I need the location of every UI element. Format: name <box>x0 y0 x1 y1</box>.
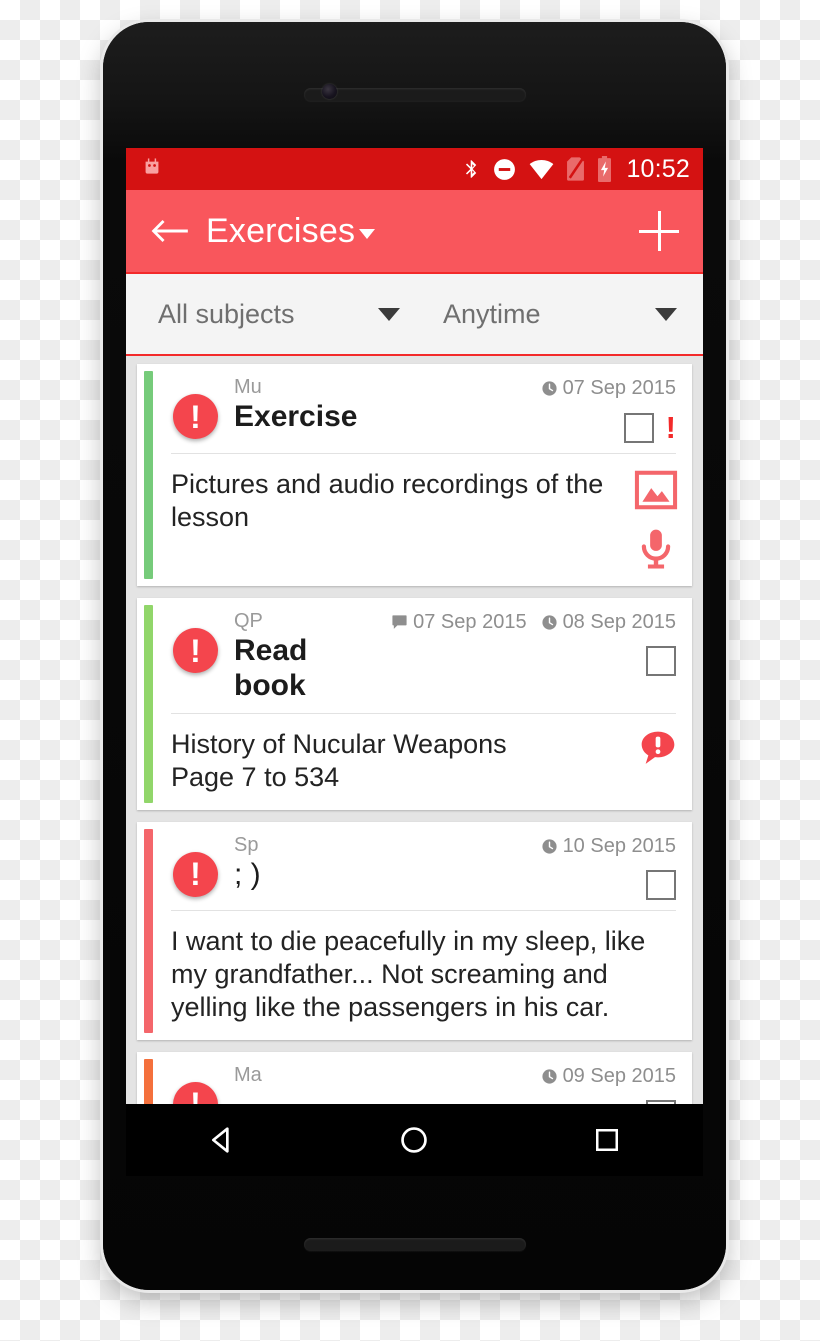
image-icon[interactable] <box>634 468 678 512</box>
due-date-chip: 08 Sep 2015 <box>541 611 676 634</box>
chevron-down-icon <box>378 307 401 321</box>
assigned-date-text: 07 Sep 2015 <box>413 611 527 633</box>
alert-badge-icon[interactable]: ! <box>173 851 218 897</box>
due-date-text: 09 Sep 2015 <box>562 1064 676 1087</box>
due-date-chip: 07 Sep 2015 <box>541 377 676 400</box>
subject-filter-dropdown[interactable]: All subjects <box>126 274 426 354</box>
card-description: Pictures and audio recordings of the les… <box>171 469 604 532</box>
complete-checkbox[interactable] <box>623 412 654 443</box>
priority-indicator: ! <box>665 410 676 445</box>
list-item[interactable]: ! QP Read book 07 Sep 2015 08 Sep 2015 H… <box>137 598 692 810</box>
exercise-list[interactable]: ! Mu Exercise 07 Sep 2015 ! Pictures and… <box>126 356 703 1104</box>
subject-label: Sp <box>234 833 259 856</box>
card-title: Exercise <box>234 400 358 433</box>
clock-icon <box>541 1068 558 1085</box>
page-title: Exercises <box>206 211 356 250</box>
list-item[interactable]: ! Ma 09 Sep 2015 <box>137 1051 692 1104</box>
card-color-stripe <box>144 1058 153 1104</box>
clock-icon <box>541 614 558 631</box>
app-bar: Exercises <box>126 190 703 272</box>
microphone-icon[interactable] <box>634 526 678 570</box>
card-color-stripe <box>144 605 153 803</box>
card-title: Read book <box>234 634 308 702</box>
subject-label: Mu <box>234 376 262 398</box>
wifi-icon <box>528 157 555 182</box>
alert-badge-icon[interactable]: ! <box>173 1081 218 1104</box>
time-filter-label: Anytime <box>443 298 541 329</box>
complete-checkbox[interactable] <box>646 646 676 676</box>
due-date-text: 10 Sep 2015 <box>562 834 676 857</box>
no-sim-icon <box>566 156 585 182</box>
nav-recents-button[interactable] <box>577 1110 637 1170</box>
alert-badge-icon[interactable]: ! <box>173 394 218 439</box>
title-dropdown[interactable]: Exercises <box>206 211 376 251</box>
nav-back-button[interactable] <box>192 1110 252 1170</box>
card-description: I want to die peacefully in my sleep, li… <box>171 925 646 1022</box>
filter-bar: All subjects Anytime <box>126 272 703 356</box>
complete-checkbox[interactable] <box>646 869 676 900</box>
due-date-text: 07 Sep 2015 <box>562 377 676 399</box>
list-item[interactable]: ! Sp ; ) 10 Sep 2015 I want to die peace… <box>137 821 692 1040</box>
card-color-stripe <box>144 371 153 579</box>
due-date-chip: 10 Sep 2015 <box>541 835 676 858</box>
due-date-text: 08 Sep 2015 <box>562 611 676 633</box>
due-date-chip: 09 Sep 2015 <box>541 1065 676 1088</box>
phone-screen: 10:52 Exercises All subjects Anytime ! M… <box>126 148 703 1104</box>
bluetooth-icon <box>462 156 481 182</box>
chevron-down-icon <box>359 229 376 239</box>
subject-label: QP <box>234 610 263 632</box>
status-bar-clock: 10:52 <box>626 154 690 183</box>
clock-icon <box>541 838 558 855</box>
comment-icon <box>391 614 408 631</box>
alert-badge-icon[interactable]: ! <box>173 628 218 673</box>
android-navigation-bar <box>126 1104 703 1176</box>
back-button[interactable] <box>146 208 192 254</box>
comment-alert-icon[interactable] <box>638 728 678 768</box>
list-item[interactable]: ! Mu Exercise 07 Sep 2015 ! Pictures and… <box>137 364 692 586</box>
assigned-date-chip: 07 Sep 2015 <box>391 611 527 634</box>
status-bar: 10:52 <box>126 148 703 190</box>
card-color-stripe <box>144 828 153 1033</box>
android-logo-icon <box>141 158 163 180</box>
do-not-disturb-icon <box>492 157 517 182</box>
add-button[interactable] <box>635 207 683 255</box>
subject-filter-label: All subjects <box>158 298 295 329</box>
time-filter-dropdown[interactable]: Anytime <box>426 274 703 354</box>
clock-icon <box>541 380 558 397</box>
battery-charging-icon <box>596 156 613 182</box>
chevron-down-icon <box>654 307 677 321</box>
nav-home-button[interactable] <box>384 1110 444 1170</box>
card-description: History of Nucular Weapons Page 7 to 534 <box>171 729 507 792</box>
subject-label: Ma <box>234 1063 262 1086</box>
card-title: ; ) <box>234 857 261 891</box>
